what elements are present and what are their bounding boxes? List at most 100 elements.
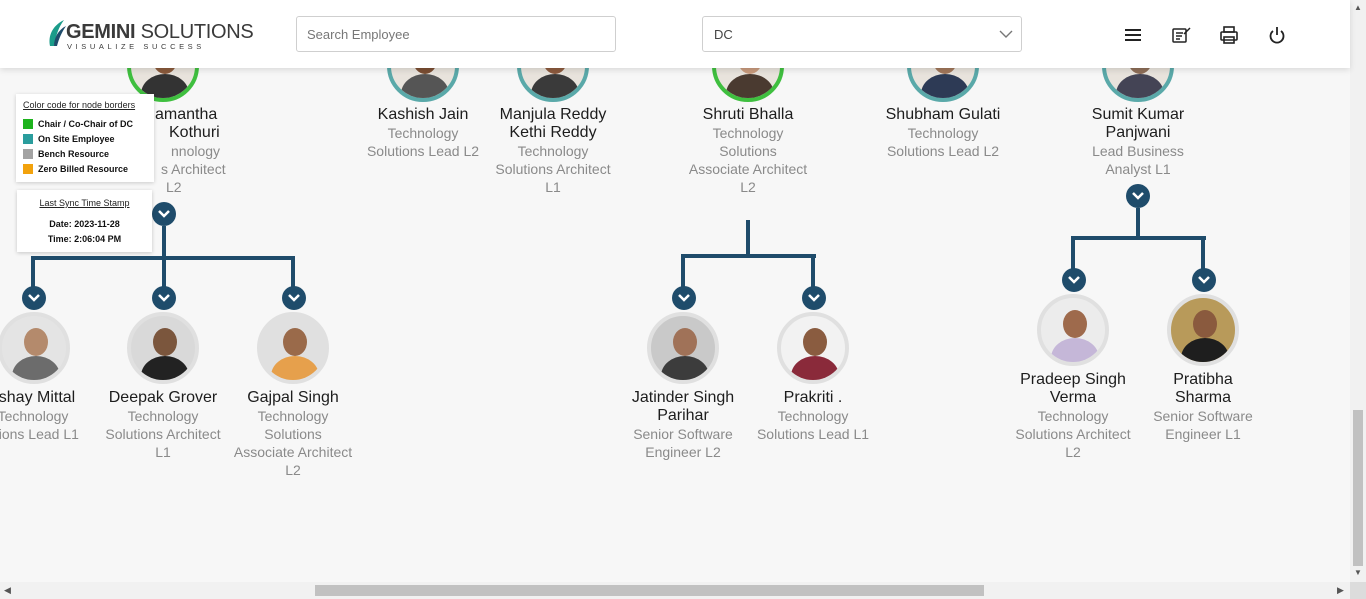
chevron-down-icon <box>28 294 40 302</box>
employee-name: Parihar <box>657 407 709 424</box>
collapse-toggle-sumit[interactable] <box>1126 184 1150 208</box>
avatar-prakriti[interactable] <box>777 312 849 384</box>
print-icon <box>1220 26 1238 44</box>
avatar-jatinder[interactable] <box>647 312 719 384</box>
chevron-down-icon <box>808 294 820 302</box>
chevron-down-icon <box>678 294 690 302</box>
employee-title: L2 <box>740 179 756 195</box>
node-pradeep[interactable]: Pradeep Singh Verma Technology Solutions… <box>1008 371 1138 461</box>
employee-title: Solutions Lead L2 <box>366 143 480 159</box>
notes-icon <box>1172 27 1191 43</box>
node-pratibha[interactable]: Pratibha Sharma Senior Software Engineer… <box>1138 371 1268 443</box>
expand-toggle-pradeep[interactable] <box>1062 268 1086 292</box>
last-sync-panel: Last Sync Time Stamp Date: 2023-11-28 Ti… <box>17 190 152 252</box>
collapse-toggle-samantha[interactable] <box>152 202 176 226</box>
expand-toggle-prakriti[interactable] <box>802 286 826 310</box>
employee-title: L1 <box>155 444 171 460</box>
scroll-left-arrow-icon[interactable]: ◀ <box>4 585 11 596</box>
avatar-pradeep[interactable] <box>1037 294 1109 366</box>
legend-label: Zero Billed Resource <box>38 163 129 174</box>
employee-name: Shubham Gulati <box>885 106 1001 123</box>
node-prakriti[interactable]: Prakriti . Technology Solutions Lead L1 <box>748 389 878 443</box>
employee-title: Solutions Lead L2 <box>886 143 1000 159</box>
employee-title: Technology <box>517 143 589 159</box>
employee-title: s Architect <box>161 161 226 177</box>
avatar-gajpal[interactable] <box>257 312 329 384</box>
employee-title: Solutions Lead L1 <box>756 426 870 442</box>
legend-title: Color code for node borders <box>23 100 136 110</box>
chevron-down-icon <box>1198 276 1210 284</box>
node-shruti[interactable]: Shruti Bhalla Technology Solutions Assoc… <box>683 106 813 196</box>
avatar-deepak[interactable] <box>127 312 199 384</box>
employee-title: L1 <box>545 179 561 195</box>
legend-item-chair: Chair / Co-Chair of DC <box>23 116 154 131</box>
legend-swatch <box>23 148 33 159</box>
node-gajpal[interactable]: Gajpal Singh Technology Solutions Associ… <box>228 389 358 479</box>
employee-title: Associate Architect <box>233 444 353 460</box>
employee-name: Pradeep Singh <box>1020 371 1126 388</box>
employee-name: Kashish Jain <box>377 106 469 123</box>
employee-title: L2 <box>1065 444 1081 460</box>
department-select[interactable]: DC <box>702 16 1022 52</box>
node-jatinder[interactable]: Jatinder Singh Parihar Senior Software E… <box>618 389 748 461</box>
node-manjula[interactable]: Manjula Reddy Kethi Reddy Technology Sol… <box>488 106 618 196</box>
expand-toggle-gajpal[interactable] <box>282 286 306 310</box>
node-deepak[interactable]: Deepak Grover Technology Solutions Archi… <box>98 389 228 461</box>
print-button[interactable] <box>1218 24 1240 46</box>
employee-title: L2 <box>166 179 182 195</box>
expand-toggle-jatinder[interactable] <box>672 286 696 310</box>
legend-item-zero-billed: Zero Billed Resource <box>23 161 154 176</box>
employee-title: Technology <box>1037 408 1109 424</box>
expand-toggle-pratibha[interactable] <box>1192 268 1216 292</box>
employee-title: Technology <box>257 408 329 424</box>
employee-title: Analyst L1 <box>1105 161 1171 177</box>
node-shubham[interactable]: Shubham Gulati Technology Solutions Lead… <box>878 106 1008 160</box>
node-akshay[interactable]: kshay Mittal Technology utions Lead L1 <box>0 389 98 443</box>
employee-title: Solutions Architect <box>105 426 221 442</box>
horizontal-scroll-thumb[interactable] <box>315 585 984 596</box>
scroll-right-arrow-icon[interactable]: ▶ <box>1337 585 1344 596</box>
sync-date: Date: 2023-11-28 <box>49 219 120 229</box>
legend-label: Chair / Co-Chair of DC <box>38 118 134 129</box>
org-chart[interactable]: amantha Kothuri nnology s Architect L2 K… <box>0 0 1350 582</box>
employee-title: Solutions Architect <box>1015 426 1131 442</box>
employee-title: Technology <box>712 125 784 141</box>
chevron-down-icon <box>158 210 170 218</box>
scroll-down-arrow-icon[interactable]: ▼ <box>1354 568 1362 577</box>
employee-name: Pratibha <box>1173 371 1233 388</box>
vertical-scroll-thumb[interactable] <box>1353 410 1363 566</box>
employee-title: Senior Software <box>1153 408 1253 424</box>
chevron-down-icon <box>158 294 170 302</box>
horizontal-scrollbar[interactable]: ◀ ▶ <box>0 582 1350 599</box>
scrollbar-corner <box>1350 582 1366 599</box>
leaf-logo-icon <box>49 20 66 46</box>
search-employee-input[interactable] <box>296 16 616 52</box>
employee-name: Verma <box>1049 389 1097 406</box>
employee-title: Technology <box>0 408 69 424</box>
node-kashish[interactable]: Kashish Jain Technology Solutions Lead L… <box>358 106 488 160</box>
logout-button[interactable] <box>1266 24 1288 46</box>
notes-button[interactable] <box>1170 24 1192 46</box>
employee-title: Lead Business <box>1092 143 1184 159</box>
employee-name: kshay Mittal <box>0 389 76 406</box>
employee-title: utions Lead L1 <box>0 426 79 442</box>
employee-title: Associate Architect <box>688 161 808 177</box>
expand-toggle-akshay[interactable] <box>22 286 46 310</box>
vertical-scrollbar[interactable]: ▲ ▼ <box>1350 0 1366 582</box>
gemini-logo[interactable]: GEMINI SOLUTIONS VISUALIZE SUCCESS <box>46 18 254 52</box>
legend-item-bench: Bench Resource <box>23 146 154 161</box>
sync-title: Last Sync Time Stamp <box>39 198 130 208</box>
node-sumit[interactable]: Sumit Kumar Panjwani Lead Business Analy… <box>1073 106 1203 178</box>
employee-title: L2 <box>285 462 301 478</box>
employee-name: Prakriti . <box>783 389 843 406</box>
employee-name: Kethi Reddy <box>509 124 597 141</box>
employee-title: Solutions Architect <box>495 161 611 177</box>
avatar-pratibha[interactable] <box>1167 294 1239 366</box>
legend-item-onsite: On Site Employee <box>23 131 154 146</box>
scroll-up-arrow-icon[interactable]: ▲ <box>1354 3 1362 12</box>
expand-toggle-deepak[interactable] <box>152 286 176 310</box>
avatar-akshay[interactable] <box>0 312 70 384</box>
app-header: GEMINI SOLUTIONS VISUALIZE SUCCESS DC <box>0 0 1350 68</box>
menu-button[interactable] <box>1122 24 1144 46</box>
employee-title: Solutions <box>719 143 777 159</box>
